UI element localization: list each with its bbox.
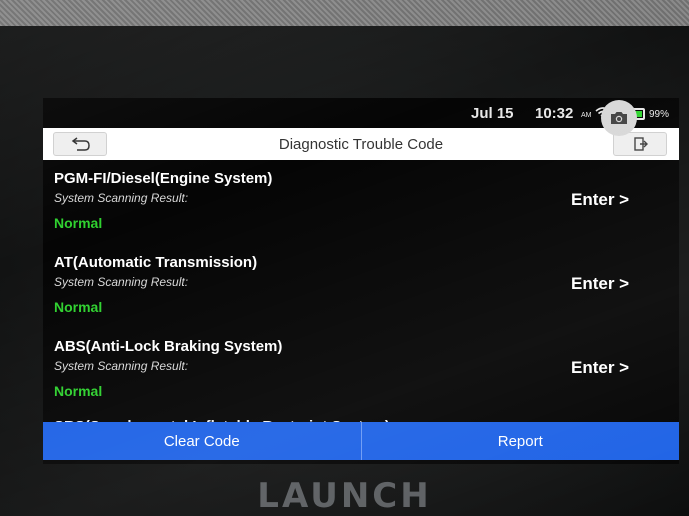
enter-button[interactable]: Enter > [571,358,629,378]
clear-code-button[interactable]: Clear Code [43,422,362,460]
screenshot-button[interactable] [601,100,637,136]
title-bar: Diagnostic Trouble Code [43,128,679,160]
device-frame: Jul 15 10:32 AM 99% Diagnostic Trouble C… [0,0,689,516]
status-ampm: AM [581,112,592,119]
system-name: PGM-FI/Diesel(Engine System) [54,170,273,187]
system-subtitle: System Scanning Result: [54,191,189,205]
system-subtitle: System Scanning Result: [54,275,189,289]
page-title: Diagnostic Trouble Code [278,136,444,153]
list-item: ABS(Anti-Lock Braking System) System Sca… [43,328,679,412]
status-date: Jul 15 [471,105,514,122]
report-button[interactable]: Report [361,422,679,460]
enter-button[interactable]: Enter > [571,274,629,294]
screen: Jul 15 10:32 AM 99% Diagnostic Trouble C… [43,98,679,464]
list-item: PGM-FI/Diesel(Engine System) System Scan… [43,160,679,244]
system-status: Normal [54,383,103,399]
system-status: Normal [54,215,103,231]
system-name: AT(Automatic Transmission) [54,254,258,271]
system-list: PGM-FI/Diesel(Engine System) System Scan… [43,160,679,424]
camera-icon [611,112,627,124]
status-bar: Jul 15 10:32 AM 99% [43,98,679,128]
list-item: AT(Automatic Transmission) System Scanni… [43,244,679,328]
system-name: ABS(Anti-Lock Braking System) [54,338,283,355]
brand-logo: LAUNCH [257,476,432,516]
bottom-action-bar: Clear Code Report [43,422,679,460]
system-subtitle: System Scanning Result: [54,359,189,373]
enter-button[interactable]: Enter > [571,190,629,210]
status-time: 10:32 [535,105,574,122]
exit-icon [634,137,648,151]
device-top-strip [0,0,689,26]
battery-percent: 99% [649,109,670,120]
system-status: Normal [54,299,103,315]
